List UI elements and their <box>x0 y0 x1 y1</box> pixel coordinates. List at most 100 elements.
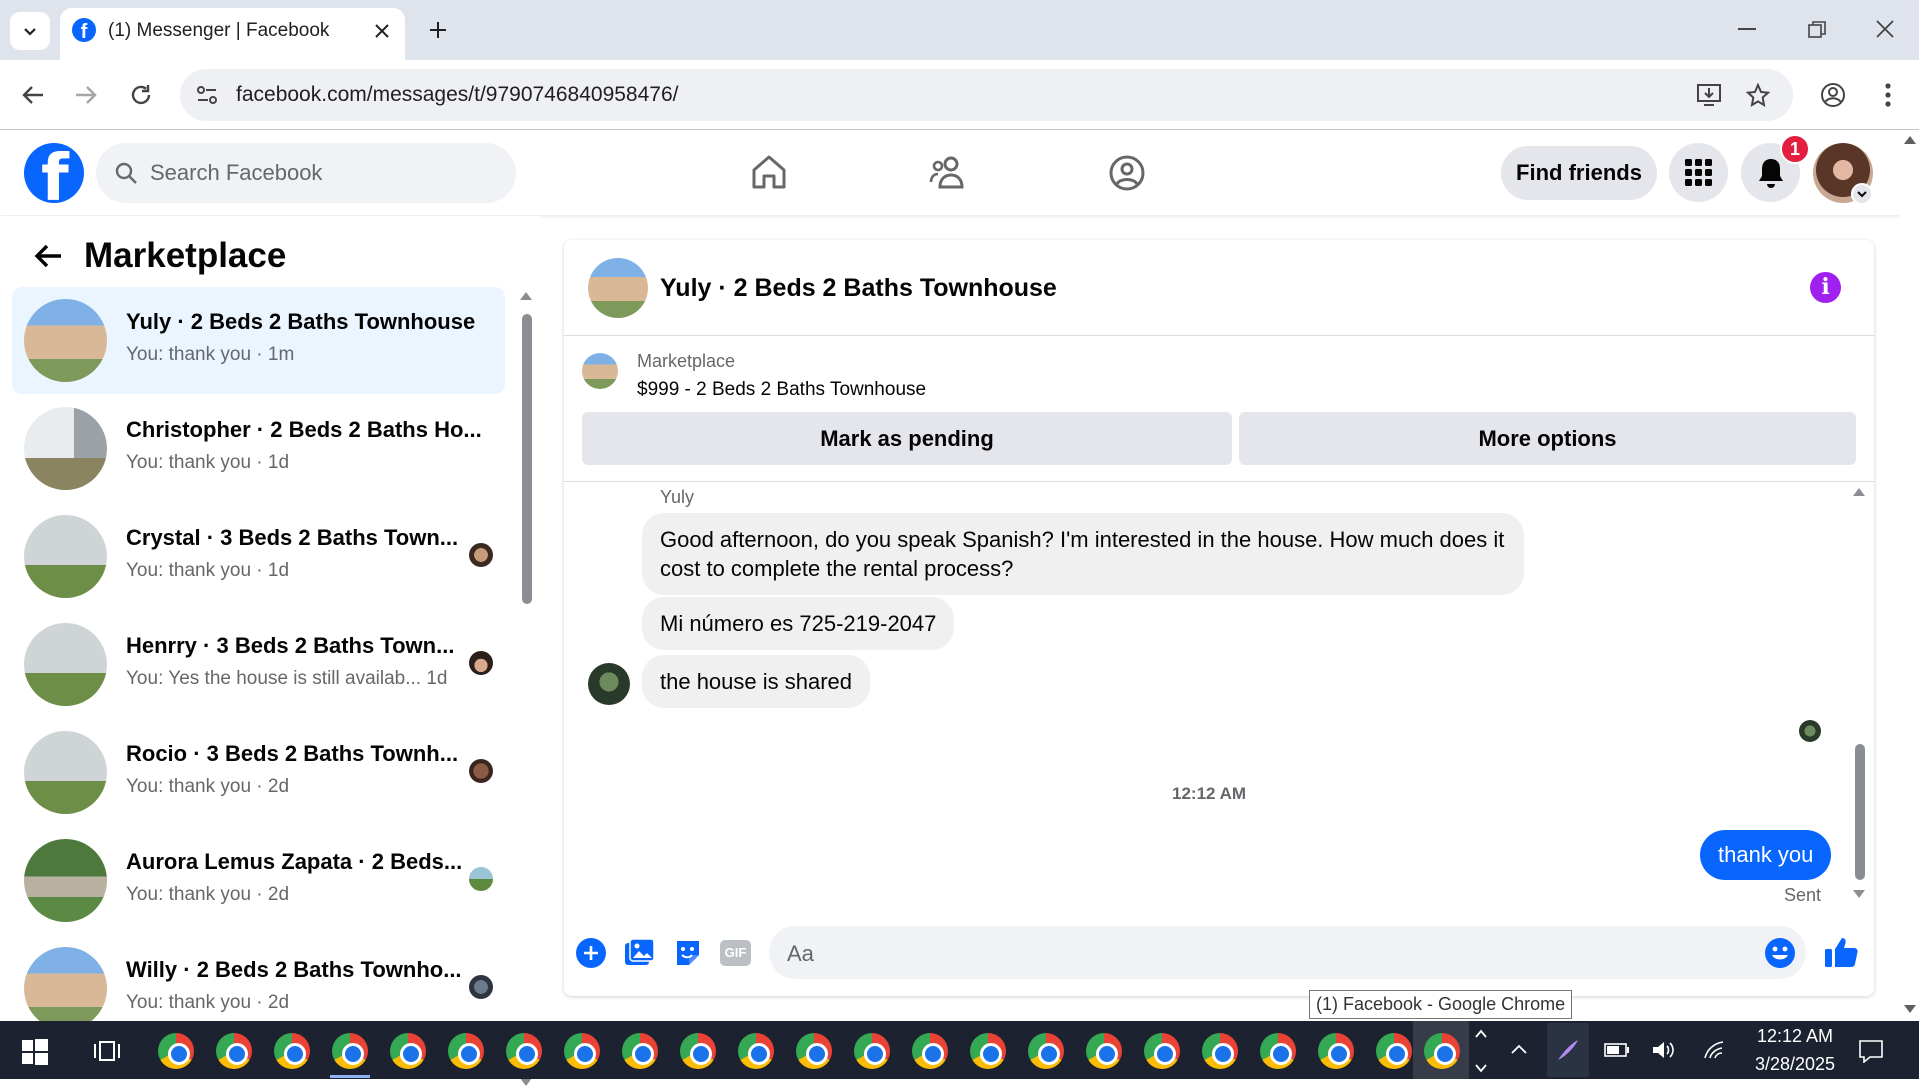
facebook-logo-icon[interactable]: f <box>24 143 84 203</box>
chrome-taskbar-icon[interactable] <box>854 1033 890 1069</box>
install-app-icon[interactable] <box>1696 83 1722 107</box>
chrome-taskbar-icon[interactable] <box>970 1033 1006 1069</box>
close-tab-icon[interactable] <box>373 22 391 40</box>
chrome-taskbar-icon[interactable] <box>1424 1033 1460 1069</box>
listing-thumbnail[interactable] <box>582 353 618 389</box>
chrome-taskbar-icon[interactable] <box>796 1033 832 1069</box>
conversation-item[interactable]: Henrry · 3 Beds 2 Baths Town... You: Yes… <box>12 611 505 718</box>
scroll-thumb[interactable] <box>522 314 532 604</box>
forward-arrow-icon[interactable] <box>74 84 98 106</box>
seen-avatar <box>469 759 493 783</box>
chrome-taskbar-icon[interactable] <box>274 1033 310 1069</box>
scroll-thumb[interactable] <box>1855 744 1865 880</box>
outgoing-message[interactable]: thank you <box>1700 830 1832 880</box>
emoji-icon[interactable] <box>1764 937 1796 969</box>
home-icon[interactable] <box>750 154 788 190</box>
kebab-menu-icon[interactable] <box>1885 83 1891 107</box>
restore-icon[interactable] <box>1808 21 1826 39</box>
conversation-item[interactable]: Rocio · 3 Beds 2 Baths Townh... You: tha… <box>12 719 505 826</box>
new-tab-icon[interactable] <box>428 20 448 40</box>
listing-thumbnail <box>24 623 107 706</box>
chrome-taskbar-icon[interactable] <box>1202 1033 1238 1069</box>
more-actions-icon[interactable] <box>576 938 606 968</box>
pen-tray-button[interactable] <box>1547 1023 1589 1077</box>
task-view-icon[interactable] <box>94 1038 120 1064</box>
sender-avatar[interactable] <box>588 663 630 705</box>
volume-icon[interactable] <box>1651 1039 1677 1061</box>
address-bar[interactable]: facebook.com/messages/t/9790746840958476… <box>180 69 1793 121</box>
menu-grid-button[interactable] <box>1669 143 1728 202</box>
chrome-taskbar-icon[interactable] <box>738 1033 774 1069</box>
list-scrollbar[interactable] <box>518 292 534 1086</box>
chrome-taskbar-icon[interactable] <box>680 1033 716 1069</box>
chrome-taskbar-icon[interactable] <box>1260 1033 1296 1069</box>
chat-header-thumbnail[interactable] <box>588 258 648 318</box>
notification-badge: 1 <box>1780 134 1810 164</box>
chrome-taskbar-icon[interactable] <box>1028 1033 1064 1069</box>
more-options-label: More options <box>1478 425 1617 451</box>
gif-icon[interactable]: GIF <box>720 940 751 966</box>
mark-as-pending-button[interactable]: Mark as pending <box>582 412 1232 465</box>
chrome-taskbar-icon[interactable] <box>332 1033 368 1069</box>
incoming-message[interactable]: the house is shared <box>642 655 871 708</box>
chrome-taskbar-icon[interactable] <box>158 1033 194 1069</box>
chrome-taskbar-icon[interactable] <box>912 1033 948 1069</box>
notification-center-icon[interactable] <box>1858 1039 1884 1063</box>
taskbar-date[interactable]: 3/28/2025 <box>1745 1054 1845 1075</box>
more-options-button[interactable]: More options <box>1239 412 1856 465</box>
battery-icon[interactable] <box>1604 1043 1630 1057</box>
back-arrow-icon[interactable] <box>33 243 63 269</box>
chrome-taskbar-icon[interactable] <box>1144 1033 1180 1069</box>
chrome-taskbar-icon[interactable] <box>564 1033 600 1069</box>
chrome-taskbar-icon[interactable] <box>506 1033 542 1069</box>
attach-photo-icon[interactable] <box>624 938 655 968</box>
groups-icon[interactable] <box>1108 154 1146 192</box>
sticker-icon[interactable] <box>673 938 703 968</box>
page-scrollbar[interactable] <box>1900 131 1919 1021</box>
taskbar-time[interactable]: 12:12 AM <box>1750 1026 1840 1047</box>
chevron-down-icon <box>24 28 36 36</box>
minimize-icon[interactable] <box>1738 28 1756 32</box>
conversation-item[interactable]: Christopher · 2 Beds 2 Baths Ho... You: … <box>12 395 505 502</box>
chrome-taskbar-icon[interactable] <box>216 1033 252 1069</box>
chat-title[interactable]: Yuly · 2 Beds 2 Baths Townhouse <box>660 274 1057 303</box>
facebook-search-box[interactable]: Search Facebook <box>96 143 516 203</box>
conversation-preview: You: thank you · 1d <box>126 560 290 581</box>
site-info-icon[interactable] <box>196 85 218 105</box>
conversation-item[interactable]: Aurora Lemus Zapata · 2 Beds... You: tha… <box>12 827 505 934</box>
find-friends-button[interactable]: Find friends <box>1501 146 1657 200</box>
hidden-icons-chevron-icon[interactable] <box>1510 1043 1528 1055</box>
incoming-message[interactable]: Mi número es 725-219-2047 <box>642 597 955 650</box>
conversation-title: Yuly · 2 Beds 2 Baths Townhouse <box>126 309 476 334</box>
browser-tab-active[interactable]: f (1) Messenger | Facebook <box>60 8 405 60</box>
reload-icon[interactable] <box>129 83 153 107</box>
listing-title[interactable]: $999 - 2 Beds 2 Baths Townhouse <box>637 379 926 401</box>
taskbar-scroll-arrows-icon[interactable] <box>1474 1027 1488 1075</box>
tab-search-button[interactable] <box>10 12 50 50</box>
chrome-taskbar-icon[interactable] <box>622 1033 658 1069</box>
mark-as-pending-label: Mark as pending <box>820 425 994 451</box>
close-window-icon[interactable] <box>1876 20 1894 38</box>
chrome-taskbar-icon[interactable] <box>1376 1033 1412 1069</box>
info-icon[interactable]: i <box>1810 272 1841 303</box>
chrome-taskbar-icon[interactable] <box>448 1033 484 1069</box>
messages-scrollbar[interactable] <box>1851 484 1867 904</box>
back-arrow-icon[interactable] <box>21 84 45 106</box>
chrome-taskbar-icon[interactable] <box>1086 1033 1122 1069</box>
account-chevron-icon[interactable] <box>1851 183 1873 205</box>
friends-icon[interactable] <box>929 154 969 190</box>
notification-count: 1 <box>1789 139 1800 159</box>
incoming-message[interactable]: Good afternoon, do you speak Spanish? I'… <box>642 513 1524 595</box>
message-input[interactable]: Aa <box>769 926 1806 979</box>
thumbs-up-icon[interactable] <box>1824 936 1858 968</box>
listing-thumbnail <box>24 839 107 922</box>
bookmark-star-icon[interactable] <box>1746 83 1770 107</box>
taskbar-running-indicator <box>330 1075 370 1078</box>
chrome-taskbar-icon[interactable] <box>1318 1033 1354 1069</box>
conversation-item[interactable]: Yuly · 2 Beds 2 Baths Townhouse You: tha… <box>12 287 505 394</box>
network-icon[interactable] <box>1703 1040 1725 1060</box>
windows-start-icon[interactable] <box>22 1039 48 1065</box>
chrome-taskbar-icon[interactable] <box>390 1033 426 1069</box>
conversation-item[interactable]: Crystal · 3 Beds 2 Baths Town... You: th… <box>12 503 505 610</box>
profile-account-icon[interactable] <box>1820 82 1846 108</box>
